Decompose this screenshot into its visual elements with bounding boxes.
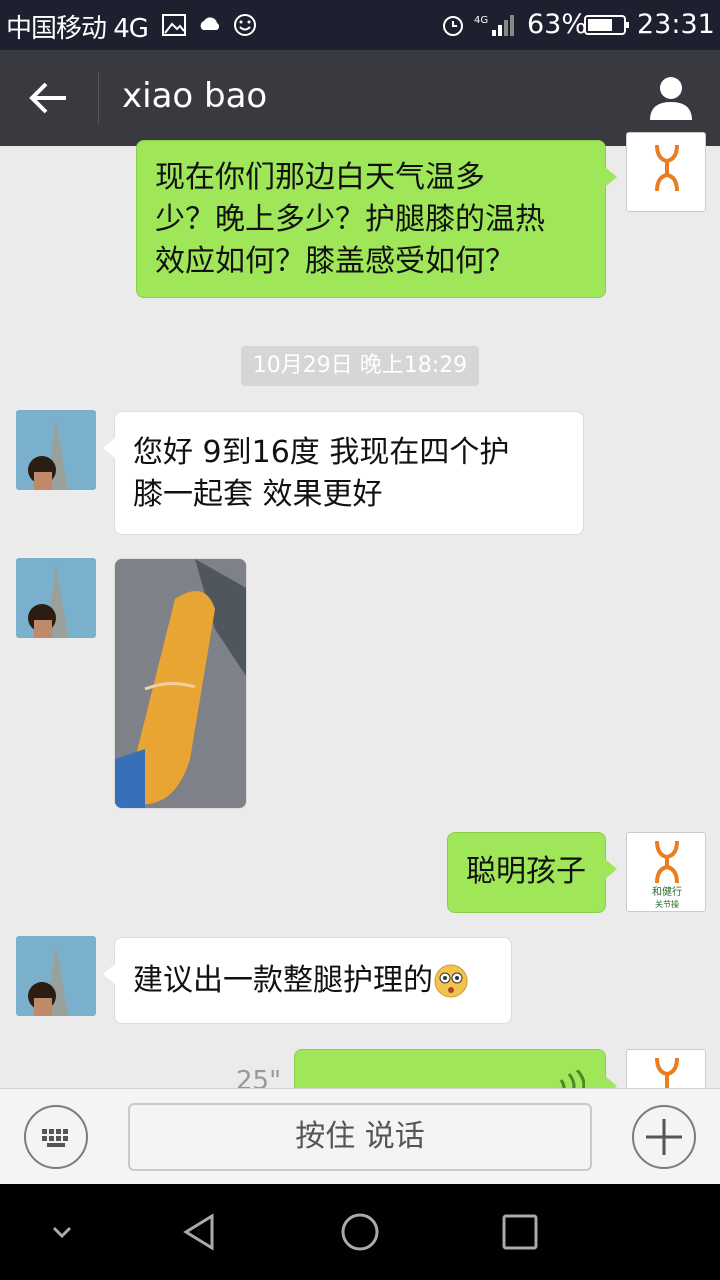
signal-icon: 4G — [474, 15, 514, 36]
message-text: 建议出一款整腿护理的 — [133, 963, 433, 998]
gallery-icon — [162, 14, 186, 36]
alarm-icon — [443, 16, 463, 36]
title-bar: xiao bao — [0, 50, 720, 146]
back-arrow-icon[interactable] — [26, 76, 72, 120]
incoming-message-bubble[interactable]: 您好 9到16度 我现在四个护 膝一起套 效果更好 — [103, 411, 584, 535]
cloud-icon — [200, 17, 220, 30]
message-text: 现在你们那边白天气温多 少？晚上多少？护腿膝的温热 效应如何？膝盖感受如何？ — [155, 160, 545, 279]
keyboard-toggle-button[interactable] — [24, 1105, 88, 1169]
logo-tag-text: 关节操 — [655, 899, 679, 909]
timestamp: 10月29日 晚上18:29 — [241, 346, 479, 386]
battery-percent: 63% — [527, 9, 588, 40]
self-avatar[interactable]: 和健行 关节操 — [626, 832, 706, 912]
contact-avatar[interactable] — [16, 558, 96, 638]
emoji-icon — [234, 14, 256, 36]
surprised-emoji-icon — [434, 964, 468, 998]
incoming-message-bubble[interactable]: 建议出一款整腿护理的 — [103, 937, 512, 1024]
knee-photo-image — [115, 559, 246, 808]
person-icon[interactable] — [648, 74, 694, 122]
logo-icon: 和健行 关节操 — [652, 840, 682, 909]
keyboard-icon — [42, 1129, 68, 1147]
nav-back-icon[interactable] — [176, 1208, 224, 1256]
battery-icon — [584, 15, 629, 35]
hold-to-talk-button[interactable]: 按住 说话 — [128, 1103, 592, 1171]
carrier-label: 中国移动 4G — [6, 14, 149, 44]
self-avatar[interactable] — [626, 132, 706, 212]
hide-keyboard-chevron-icon[interactable] — [38, 1208, 86, 1256]
clock: 23:31 — [637, 9, 715, 40]
outgoing-message-bubble[interactable]: 现在你们那边白天气温多 少？晚上多少？护腿膝的温热 效应如何？膝盖感受如何？ — [136, 140, 617, 298]
nav-recents-icon[interactable] — [496, 1208, 544, 1256]
plus-icon — [646, 1119, 682, 1155]
title-divider — [98, 72, 99, 124]
message-text: 聪明孩子 — [466, 854, 586, 889]
logo-icon — [655, 144, 679, 192]
svg-text:4G: 4G — [474, 15, 488, 26]
input-bar: 按住 说话 — [0, 1088, 720, 1184]
contact-avatar[interactable] — [16, 936, 96, 1016]
chat-title: xiao bao — [122, 76, 268, 116]
logo-brand-text: 和健行 — [652, 885, 682, 898]
more-actions-button[interactable] — [632, 1105, 696, 1169]
outgoing-message-bubble[interactable]: 聪明孩子 — [447, 832, 617, 913]
message-text: 您好 9到16度 我现在四个护 膝一起套 效果更好 — [133, 435, 510, 512]
contact-avatar[interactable] — [16, 410, 96, 490]
system-navigation-bar — [0, 1184, 720, 1280]
nav-home-icon[interactable] — [336, 1208, 384, 1256]
incoming-image-message[interactable] — [114, 558, 247, 809]
status-bar: 中国移动 4G 4G 63% 23:31 — [0, 0, 720, 50]
